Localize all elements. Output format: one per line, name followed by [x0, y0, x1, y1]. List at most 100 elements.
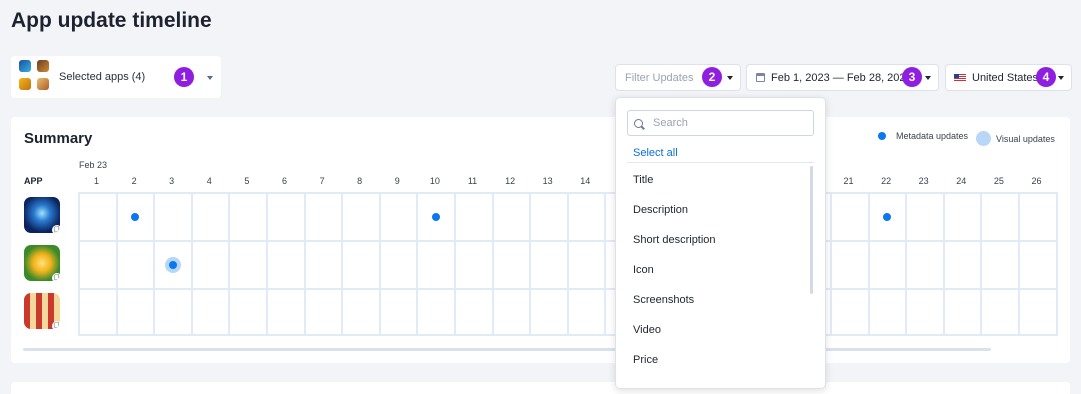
- grid-column-line: [378, 192, 381, 336]
- grid-column-line: [416, 192, 419, 336]
- filter-updates-dropdown: Search Select all Title Description Short …: [615, 97, 826, 389]
- day-header: 25: [993, 176, 1004, 186]
- step-badge: 2: [702, 67, 722, 87]
- divider: [627, 162, 814, 163]
- grid-column-line: [341, 192, 344, 336]
- dropdown-scrollbar[interactable]: [810, 166, 813, 294]
- next-section-card: [11, 382, 1070, 394]
- apple-icon: : [52, 321, 60, 329]
- day-header: 24: [956, 176, 967, 186]
- day-header: 23: [918, 176, 929, 186]
- coin-puzzle-game-icon[interactable]: : [24, 245, 60, 281]
- legend-visual-label: Visual updates: [996, 133, 1055, 144]
- grid-column-line: [454, 192, 456, 336]
- filter-option[interactable]: Price: [633, 354, 658, 366]
- country-value: United States: [972, 71, 1039, 84]
- chevron-down-icon: [207, 76, 213, 80]
- day-header: 11: [467, 176, 478, 186]
- day-header: 3: [169, 176, 175, 186]
- grid-column-line: [566, 192, 569, 336]
- month-label: Feb 23: [79, 160, 108, 170]
- day-header: 9: [394, 176, 400, 186]
- day-header: 8: [357, 176, 363, 186]
- country-select[interactable]: United States 4: [945, 64, 1072, 91]
- filter-option[interactable]: Description: [633, 204, 688, 216]
- grid-column-line: [266, 192, 268, 336]
- filter-option[interactable]: Title: [633, 174, 653, 186]
- legend-visual: Visual updates: [976, 131, 1055, 146]
- summary-card: Summary Metadata updates Visual updates …: [11, 117, 1070, 363]
- date-range-button[interactable]: Feb 1, 2023 — Feb 28, 2023 3: [746, 64, 939, 91]
- day-header: 26: [1031, 176, 1042, 186]
- day-header: 13: [542, 176, 553, 186]
- legend-metadata: Metadata updates: [878, 131, 968, 141]
- day-header: 22: [881, 176, 892, 186]
- day-header: 21: [843, 176, 854, 186]
- filter-option[interactable]: Short description: [633, 234, 716, 246]
- day-header: 12: [505, 176, 516, 186]
- grid-column-line: [830, 192, 832, 336]
- calendar-icon: [756, 73, 765, 82]
- grid-column-line: [604, 192, 607, 336]
- day-header: 4: [206, 176, 212, 186]
- grid-column-line: [1018, 192, 1020, 336]
- apple-icon: : [52, 273, 60, 281]
- us-flag-icon: [954, 73, 966, 82]
- visual-dot-icon: [976, 131, 991, 146]
- search-icon: [634, 118, 643, 128]
- step-badge: 3: [902, 67, 922, 87]
- filter-option[interactable]: Screenshots: [633, 294, 694, 306]
- day-header: 7: [319, 176, 325, 186]
- step-badge: 4: [1036, 67, 1056, 87]
- date-range-value: Feb 1, 2023 — Feb 28, 2023: [771, 71, 912, 84]
- grid-column-line: [228, 192, 231, 336]
- filter-option[interactable]: Video: [633, 324, 661, 336]
- grid-column-line: [867, 192, 870, 336]
- wizard-game-icon[interactable]: : [24, 197, 60, 233]
- metadata-update-dot[interactable]: [131, 213, 140, 221]
- metadata-update-dot[interactable]: [883, 213, 892, 221]
- day-header: 6: [281, 176, 287, 186]
- app-thumb-icon: [19, 78, 31, 90]
- day-header: 14: [580, 176, 591, 186]
- slot-machine-game-icon[interactable]: : [24, 293, 60, 329]
- grid-column-line: [190, 192, 193, 336]
- grid-column-line: [303, 192, 306, 336]
- app-thumb-icon: [19, 60, 31, 72]
- grid-column-line: [905, 192, 908, 336]
- day-header: 10: [429, 176, 440, 186]
- chevron-down-icon: [727, 76, 733, 80]
- summary-title: Summary: [24, 130, 93, 147]
- app-column-header: APP: [24, 176, 43, 186]
- day-header: 5: [244, 176, 250, 186]
- select-all-link[interactable]: Select all: [633, 147, 678, 159]
- metadata-dot-icon: [878, 132, 886, 140]
- app-picker[interactable]: Selected apps (4) 1: [11, 56, 221, 98]
- app-thumb-icon: [37, 60, 49, 72]
- legend-metadata-label: Metadata updates: [896, 131, 969, 141]
- metadata-update-dot[interactable]: [432, 213, 441, 221]
- app-picker-label: Selected apps (4): [59, 71, 146, 83]
- grid-column-line: [153, 192, 156, 336]
- grid-column-line: [115, 192, 118, 336]
- page-title: App update timeline: [11, 9, 212, 32]
- filter-updates-button[interactable]: Filter Updates 2: [615, 64, 741, 91]
- grid-column-line: [942, 192, 945, 336]
- filter-option[interactable]: Icon: [633, 264, 654, 276]
- timeline-grid: [78, 192, 1058, 336]
- filter-updates-placeholder: Filter Updates: [625, 71, 694, 84]
- visual-update-dot[interactable]: [165, 257, 181, 273]
- search-placeholder: Search: [653, 117, 688, 129]
- horizontal-scrollbar[interactable]: [23, 348, 991, 351]
- grid-column-line: [78, 192, 80, 336]
- step-badge: 1: [174, 67, 194, 87]
- apple-icon: : [52, 225, 60, 233]
- app-thumb-icon: [37, 78, 49, 90]
- day-header: 1: [93, 176, 99, 186]
- grid-column-line: [1055, 192, 1058, 336]
- chevron-down-icon: [1058, 76, 1064, 80]
- chevron-down-icon: [925, 76, 931, 80]
- grid-column-line: [980, 192, 983, 336]
- day-header: 2: [131, 176, 137, 186]
- dropdown-search-input[interactable]: Search: [627, 110, 814, 136]
